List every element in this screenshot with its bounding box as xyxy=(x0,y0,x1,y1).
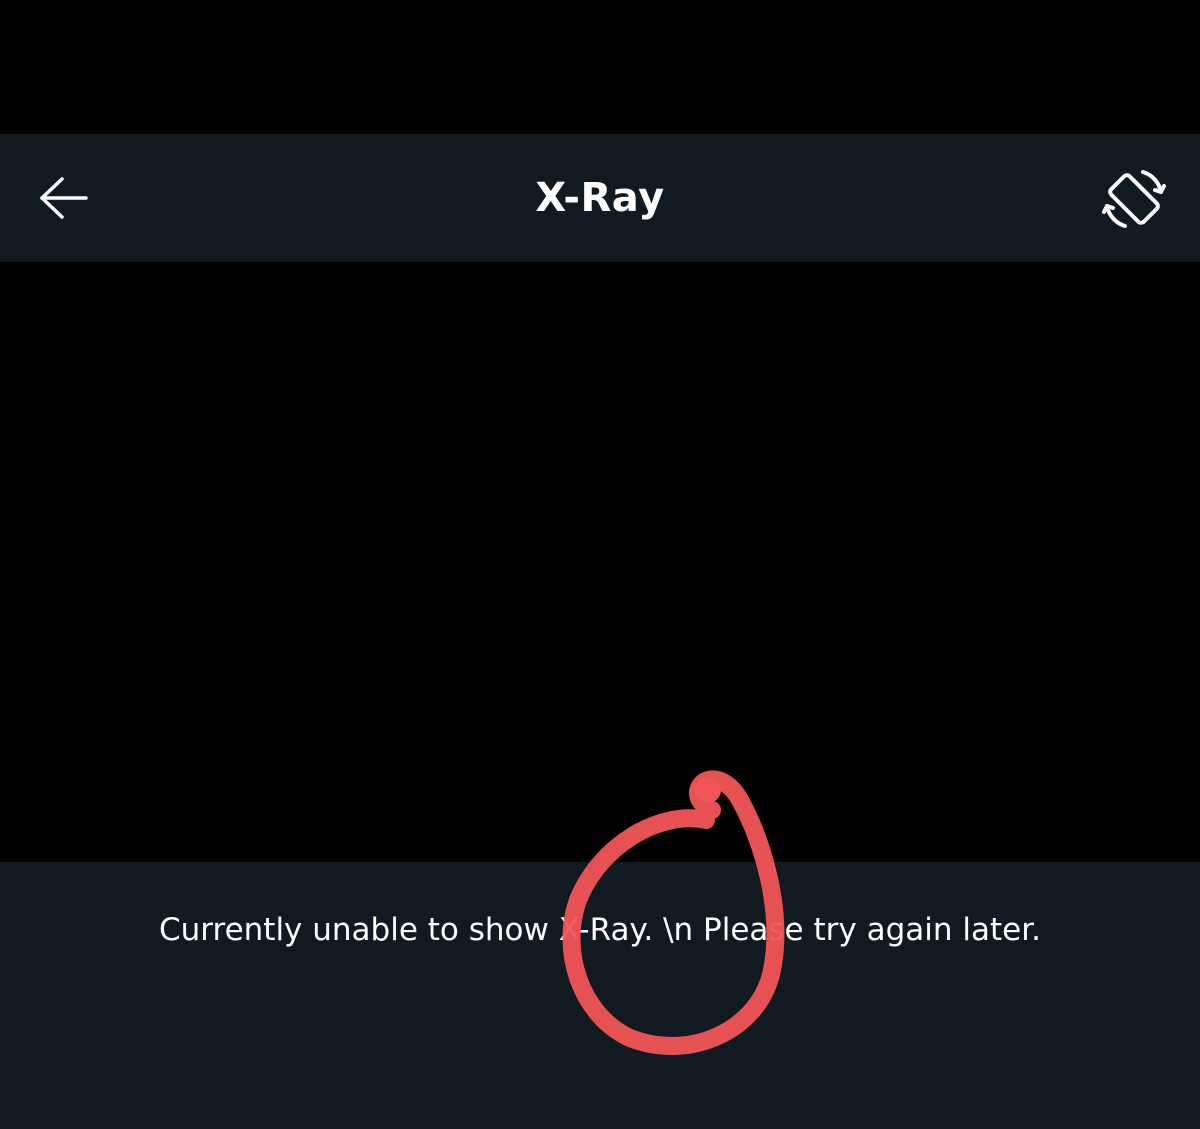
page-title: X-Ray xyxy=(535,175,665,221)
error-message-bar: Currently unable to show X-Ray. \n Pleas… xyxy=(0,862,1200,1129)
screen-rotation-icon xyxy=(1102,170,1166,228)
rotate-screen-button[interactable] xyxy=(1096,164,1172,234)
error-message: Currently unable to show X-Ray. \n Pleas… xyxy=(159,912,1041,948)
status-area xyxy=(0,0,1200,134)
xray-content-area xyxy=(0,262,1200,862)
app-header: X-Ray xyxy=(0,134,1200,262)
